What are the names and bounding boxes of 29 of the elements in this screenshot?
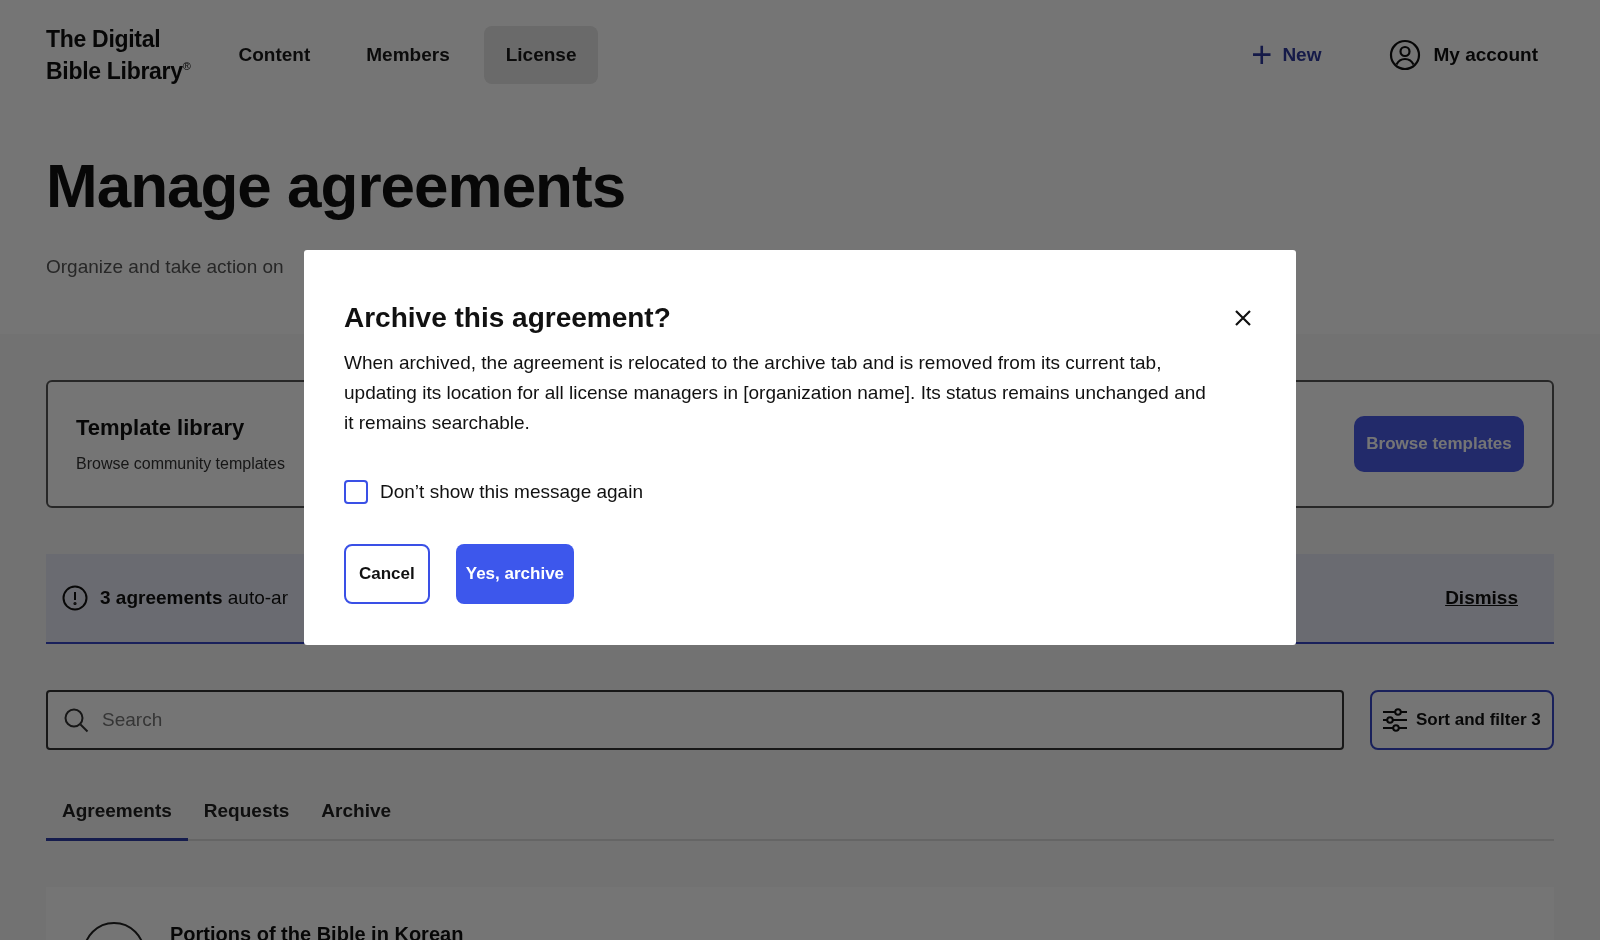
sliders-icon [1382, 708, 1408, 732]
close-icon [1234, 309, 1252, 327]
page-title: Manage agreements [46, 152, 627, 221]
logo[interactable]: The Digital Bible Library$^{®}$ [46, 25, 191, 85]
tab[interactable]: Archive [305, 788, 408, 841]
card-description: Browse community templates [76, 455, 285, 473]
dismiss-link[interactable]: Dismiss [1445, 587, 1518, 609]
banner-text: 3 agreements auto-ar [100, 587, 289, 609]
checkbox[interactable] [344, 480, 368, 504]
tab[interactable]: Requests [187, 788, 306, 841]
archive-button[interactable]: Yes, archive [455, 544, 575, 604]
dialog-title: Archive this agreement? [344, 302, 671, 334]
dialog-message: When archived, the agreement is relocated to the archive tab and is removed from its current tab, updating its location for all license managers in [organization name]. Its status remains unchanged and it remains searchable. [344, 351, 1207, 435]
new-button[interactable]: + New [1245, 36, 1328, 74]
tab[interactable]: Agreements [46, 788, 188, 841]
nav-link[interactable]: License [483, 26, 599, 84]
nav-link[interactable]: Content [216, 26, 333, 84]
sort-filter-button[interactable]: Sort and filter 3 [1370, 690, 1554, 750]
cancel-button[interactable]: Cancel [344, 544, 430, 604]
alert-icon [62, 585, 88, 611]
page-subtitle: Organize and take action on [46, 256, 284, 278]
user-icon [1389, 39, 1422, 71]
search-field[interactable]: Search [46, 690, 1344, 750]
search-icon [63, 707, 89, 733]
card-title: Template library [76, 415, 245, 441]
browse-templates-button[interactable]: Browse templates [1354, 416, 1524, 472]
nav-link[interactable]: Members [344, 26, 472, 84]
checkbox-label: Don’t show this message again [380, 481, 643, 503]
account-button[interactable]: My account [1383, 38, 1544, 72]
